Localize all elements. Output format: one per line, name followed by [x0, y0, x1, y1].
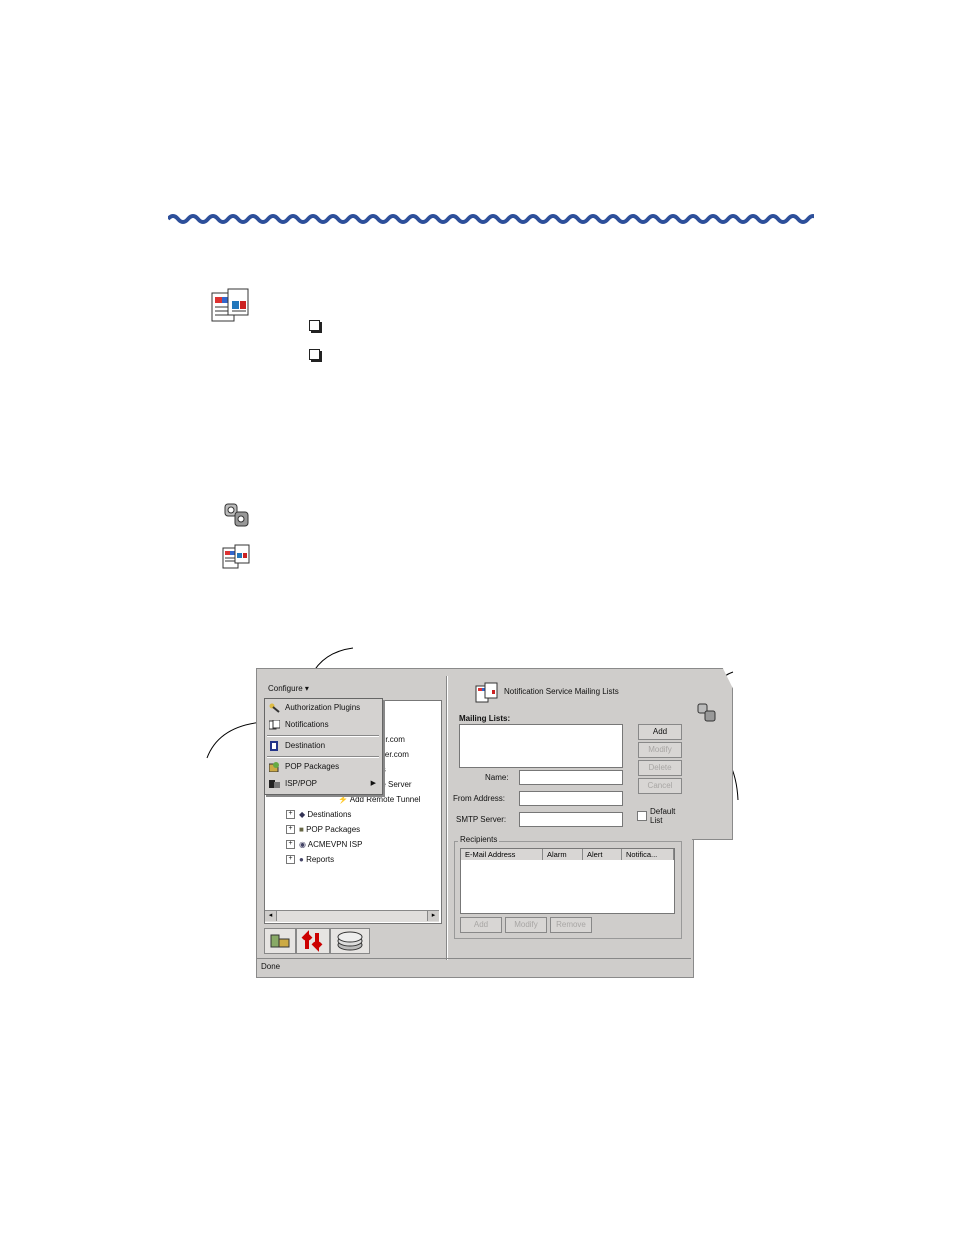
status-bar [257, 958, 691, 976]
column-header-alert[interactable]: Alert [583, 849, 622, 860]
wavy-divider [168, 214, 814, 224]
tab-reports-tool[interactable] [330, 928, 370, 954]
column-header-notification[interactable]: Notifica... [622, 849, 674, 860]
mailing-lists-label: Mailing Lists: [459, 714, 511, 723]
mailing-lists-listbox[interactable] [459, 724, 623, 768]
name-label: Name: [485, 773, 509, 782]
recipient-modify-button[interactable]: Modify [505, 917, 547, 933]
expand-icon[interactable]: + [286, 810, 295, 820]
configure-menu: Authorization Plugins Notifications Dest… [264, 698, 383, 795]
stack-icon [337, 931, 363, 951]
menu-item-destination[interactable]: Destination [265, 738, 382, 754]
modify-button[interactable]: Modify [638, 742, 682, 758]
reports-icon: ● [299, 855, 304, 864]
tree-item-acmevpn-isp[interactable]: + ◉ ACMEVPN ISP [286, 839, 362, 851]
configure-button[interactable]: Configure ▾ [268, 684, 309, 693]
name-input[interactable] [519, 770, 623, 785]
menu-item-isp-pop[interactable]: ISP/POP ▶ [265, 776, 382, 792]
panel-divider [446, 676, 448, 960]
destination-icon: ◆ [299, 810, 306, 819]
window-tab-extension [692, 668, 733, 840]
tab-configure-tool[interactable] [264, 928, 296, 954]
tab-traffic-tool[interactable] [296, 928, 330, 954]
column-header-alarm[interactable]: Alarm [543, 849, 583, 860]
recipients-label: Recipients [458, 835, 500, 844]
gears-icon [224, 503, 249, 527]
notification-icon [222, 544, 250, 569]
recipient-remove-button[interactable]: Remove [550, 917, 592, 933]
smtp-server-label: SMTP Server: [456, 815, 507, 824]
destination-icon [270, 741, 278, 751]
smtp-server-input[interactable] [519, 812, 623, 827]
delete-button[interactable]: Delete [638, 760, 682, 776]
scroll-left-icon[interactable]: ◂ [265, 911, 277, 921]
notification-panel-icon [475, 682, 498, 703]
default-list-label: Default List [650, 807, 676, 825]
isp-icon: ◉ [299, 840, 306, 849]
tree-item-destinations[interactable]: + ◆ Destinations [286, 809, 351, 821]
checkbox-bullet-icon [309, 349, 320, 360]
submenu-arrow-icon: ▶ [370, 780, 376, 787]
mail-icon [269, 720, 280, 730]
menu-item-pop-packages[interactable]: POP Packages [265, 759, 382, 775]
tree-item-pop-packages[interactable]: + ■ POP Packages [286, 824, 360, 836]
add-button[interactable]: Add [638, 724, 682, 740]
gears-tab-icon[interactable] [696, 702, 718, 724]
notification-doc-icon [211, 288, 249, 322]
column-header-email[interactable]: E-Mail Address [461, 849, 543, 860]
status-text: Done [261, 962, 281, 971]
updown-arrows-icon [301, 930, 323, 952]
horizontal-scrollbar[interactable]: ◂ ▸ [265, 910, 439, 922]
recipients-table[interactable]: E-Mail Address Alarm Alert Notifica... [460, 848, 675, 914]
from-address-label: From Address: [453, 794, 506, 803]
checkbox-bullet-icon [309, 320, 320, 331]
cancel-button[interactable]: Cancel [638, 778, 682, 794]
tools-icon [270, 934, 290, 948]
scroll-right-icon[interactable]: ▸ [427, 911, 439, 921]
expand-icon[interactable]: + [286, 840, 295, 850]
from-address-input[interactable] [519, 791, 623, 806]
panel-title: Notification Service Mailing Lists [504, 687, 619, 696]
menu-item-authorization-plugins[interactable]: Authorization Plugins [265, 700, 382, 716]
default-list-checkbox[interactable] [637, 811, 647, 821]
package-icon: ■ [299, 825, 304, 834]
recipient-add-button[interactable]: Add [460, 917, 502, 933]
key-icon [269, 703, 280, 713]
lightning-icon: ⚡ [338, 795, 348, 804]
expand-icon[interactable]: + [286, 855, 295, 865]
menu-item-notifications[interactable]: Notifications [265, 717, 382, 733]
tree-item-add-tunnel[interactable]: ⚡ Add Remote Tunnel [338, 794, 420, 806]
expand-icon[interactable]: + [286, 825, 295, 835]
package-icon [269, 762, 279, 772]
isp-icon [269, 780, 280, 788]
tree-item-reports[interactable]: + ● Reports [286, 854, 334, 866]
